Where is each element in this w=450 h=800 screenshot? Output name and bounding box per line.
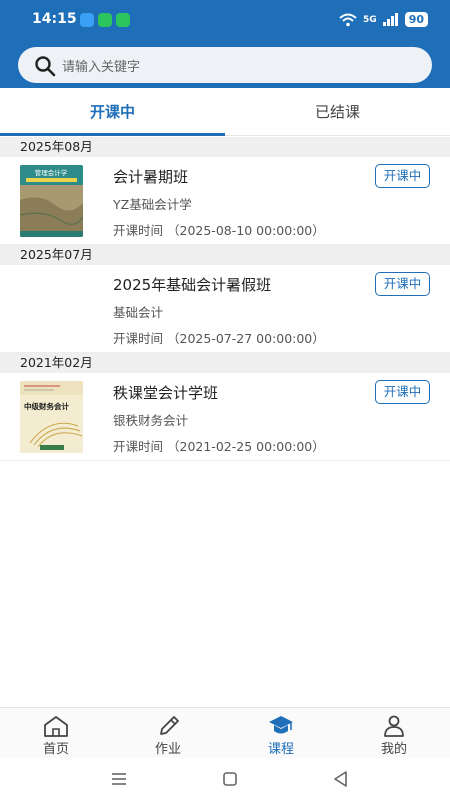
phone-notification-icon bbox=[116, 13, 130, 27]
course-cover-image: 管理会计学 bbox=[20, 165, 83, 237]
course-title: 秩课堂会计学班 bbox=[113, 384, 219, 402]
bottom-navigation: 首页 作业 课程 我的 bbox=[0, 707, 450, 758]
status-bar: 14:15 5G 90 bbox=[0, 0, 450, 40]
nav-homework[interactable]: 作业 bbox=[112, 708, 224, 759]
month-header: 2025年08月 bbox=[0, 137, 450, 157]
signal-icon bbox=[382, 13, 398, 26]
app-header: 14:15 5G 90 请输入关键字 bbox=[0, 0, 450, 88]
course-item[interactable]: 2025年基础会计暑假班 基础会计 开课时间 （2025-07-27 00:00… bbox=[0, 265, 450, 353]
start-time-value: （2025-07-27 00:00:00） bbox=[167, 331, 325, 346]
message-notification-icon bbox=[98, 13, 112, 27]
wifi-icon bbox=[339, 13, 357, 26]
nav-home-label: 首页 bbox=[42, 742, 69, 757]
status-right: 5G 90 bbox=[339, 12, 428, 27]
search-icon bbox=[35, 56, 56, 77]
course-item[interactable]: 中级财务会计 秩课堂会计学班 银秩财务会计 开课时间 （2021-02-25 0… bbox=[0, 373, 450, 461]
course-subject: 基础会计 bbox=[113, 305, 164, 320]
system-navigation-bar bbox=[0, 758, 450, 800]
start-time-value: （2021-02-25 00:00:00） bbox=[167, 439, 325, 454]
course-start-time: 开课时间 （2025-07-27 00:00:00） bbox=[113, 328, 325, 347]
course-start-time: 开课时间 （2021-02-25 00:00:00） bbox=[113, 436, 325, 455]
course-title: 2025年基础会计暑假班 bbox=[113, 276, 272, 294]
tab-finished[interactable]: 已结课 bbox=[225, 88, 450, 136]
nav-courses-label: 课程 bbox=[267, 742, 294, 757]
search-placeholder: 请输入关键字 bbox=[62, 60, 141, 75]
month-header: 2025年07月 bbox=[0, 245, 450, 265]
active-tab-indicator bbox=[0, 133, 225, 136]
nav-homework-label: 作业 bbox=[154, 742, 181, 757]
menu-icon[interactable] bbox=[108, 768, 130, 790]
nav-courses[interactable]: 课程 bbox=[225, 708, 337, 759]
nav-profile[interactable]: 我的 bbox=[338, 708, 450, 759]
nav-home[interactable]: 首页 bbox=[0, 708, 112, 759]
battery-indicator: 90 bbox=[404, 12, 428, 27]
start-time-label: 开课时间 bbox=[113, 223, 164, 238]
status-badge: 开课中 bbox=[375, 272, 430, 296]
graduation-cap-icon bbox=[269, 716, 293, 734]
course-cover-image: 中级财务会计 bbox=[20, 381, 83, 453]
start-time-value: （2025-08-10 00:00:00） bbox=[167, 223, 325, 238]
cover-title: 中级财务会计 bbox=[24, 401, 69, 411]
start-time-label: 开课时间 bbox=[113, 331, 164, 346]
course-subject: YZ基础会计学 bbox=[113, 197, 192, 212]
month-header: 2021年02月 bbox=[0, 353, 450, 373]
course-subject: 银秩财务会计 bbox=[113, 413, 189, 428]
status-badge: 开课中 bbox=[375, 164, 430, 188]
network-type: 5G bbox=[363, 14, 377, 25]
user-icon bbox=[384, 715, 404, 737]
course-title: 会计暑期班 bbox=[113, 168, 189, 186]
course-item[interactable]: 管理会计学 会计暑期班 YZ基础会计学 开课时间 （2025-08-10 00:… bbox=[0, 157, 450, 245]
home-square-icon[interactable] bbox=[219, 768, 241, 790]
course-status-tabs: 开课中 已结课 bbox=[0, 88, 450, 136]
cover-title: 管理会计学 bbox=[35, 168, 68, 177]
start-time-label: 开课时间 bbox=[113, 439, 164, 454]
pencil-icon bbox=[160, 716, 179, 735]
tab-ongoing[interactable]: 开课中 bbox=[0, 88, 225, 136]
nav-profile-label: 我的 bbox=[380, 742, 407, 757]
search-bar[interactable]: 请输入关键字 bbox=[18, 47, 432, 83]
course-start-time: 开课时间 （2025-08-10 00:00:00） bbox=[113, 220, 325, 239]
home-icon bbox=[44, 716, 68, 737]
back-triangle-icon[interactable] bbox=[330, 768, 352, 790]
app-notification-icon bbox=[80, 13, 94, 27]
status-badge: 开课中 bbox=[375, 380, 430, 404]
status-time: 14:15 bbox=[32, 11, 77, 27]
notification-icons bbox=[80, 13, 130, 27]
